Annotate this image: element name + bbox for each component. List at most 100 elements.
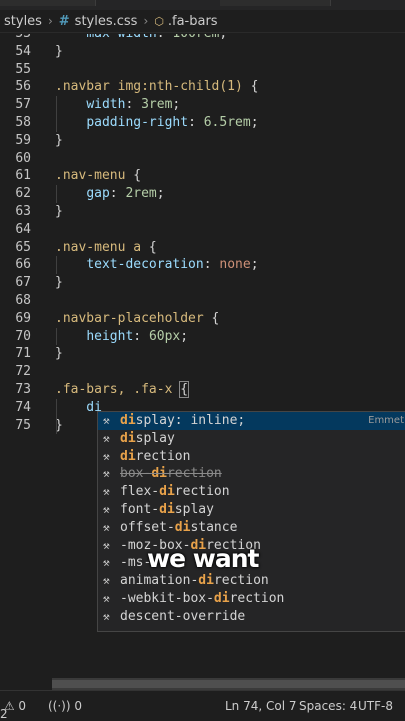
code-text: } (55, 132, 63, 148)
warning-count: 0 (18, 699, 27, 713)
code-line[interactable]: 71} (0, 345, 405, 363)
wrench-icon: ⚒ (103, 538, 110, 552)
line-number: 53 (0, 34, 31, 43)
code-line[interactable]: 56 .navbar img:nth-child(1) { (0, 78, 405, 96)
wrench-icon: ⚒ (103, 467, 110, 481)
suggestion-widget[interactable]: ⚒ display: inline; Emmet ⚒ display ⚒ direction… (97, 411, 405, 632)
indent-guide (56, 256, 57, 275)
code-line[interactable]: 70 height: 60px; (0, 328, 405, 346)
code-line[interactable]: 66 text-decoration: none; (0, 256, 405, 274)
suggestion-label: box-direction (120, 466, 222, 482)
encoding[interactable]: UTF-8 (358, 699, 393, 713)
problems-indicator[interactable]: 2 ⚠ 0 (0, 699, 27, 721)
code-text: } (55, 275, 63, 291)
suggestion-label: display (120, 430, 175, 446)
line-number: 58 (15, 115, 31, 130)
line-number: 68 (15, 293, 31, 308)
indent-guide (56, 96, 57, 132)
code-line[interactable]: 61 .nav-menu { (0, 167, 405, 185)
code-line[interactable]: 68 (0, 292, 405, 310)
suggestion-label: font-display (120, 501, 214, 517)
ports-indicator[interactable]: ((·)) 0 (48, 699, 82, 713)
suggestion-label: animation-direction (120, 573, 269, 589)
cursor-position[interactable]: Ln 74, Col 7 (225, 699, 297, 713)
code-line[interactable]: 59} (0, 132, 405, 150)
breadcrumb: styles › # styles.css › ⬡ .fa-bars (0, 10, 405, 33)
code-text: padding-right: 6.5rem; (86, 115, 259, 130)
code-text: .navbar img:nth-child(1) { (55, 79, 259, 95)
line-number: 69 (15, 310, 31, 326)
breadcrumb-folder[interactable]: styles (4, 14, 42, 29)
code-line[interactable]: 73 .fa-bars, .fa-x { (0, 381, 405, 399)
line-number: 55 (15, 61, 31, 77)
scrollbar-thumb[interactable] (52, 680, 405, 688)
code-text: width: 3rem; (86, 97, 181, 113)
suggestion-detail: Emmet (368, 415, 404, 426)
suggestion-item[interactable]: ⚒ display (98, 430, 405, 448)
horizontal-scrollbar[interactable] (52, 678, 405, 690)
code-line[interactable]: 69 .navbar-placeholder { (0, 310, 405, 328)
broadcast-icon: ((·)) (48, 699, 75, 713)
tab[interactable] (220, 0, 331, 6)
indent-guide (56, 327, 57, 346)
breadcrumb-symbol[interactable]: ⬡ .fa-bars (154, 14, 217, 29)
code-text: gap: 2rem; (86, 186, 165, 202)
suggestion-item[interactable]: ⚒ box-direction (98, 465, 405, 483)
indent-guide (56, 185, 57, 203)
code-line[interactable]: 54} (0, 43, 405, 61)
suggestion-item[interactable]: ⚒ animation-direction (98, 572, 405, 590)
code-text: .fa-bars, .fa-x { (55, 381, 190, 398)
wrench-icon: ⚒ (103, 556, 110, 570)
line-number: 63 (15, 204, 31, 219)
ports-count: 0 (74, 699, 82, 713)
line-number: 54 (15, 43, 31, 59)
wrench-icon: ⚒ (103, 414, 110, 427)
suggestion-label: descent-override (120, 608, 246, 624)
line-number: 67 (15, 275, 31, 291)
code-line[interactable]: 64 (0, 221, 405, 239)
code-text: .navbar-placeholder { (55, 310, 220, 326)
error-count: 2 (0, 707, 8, 721)
code-line[interactable]: 62 gap: 2rem; (0, 185, 405, 203)
suggestion-item[interactable]: ⚒ display: inline; Emmet (98, 412, 405, 430)
code-line[interactable]: 67} (0, 274, 405, 292)
line-number: 60 (15, 150, 31, 166)
code-line[interactable]: 58 padding-right: 6.5rem; (0, 114, 405, 132)
suggestion-item[interactable]: ⚒ direction (98, 448, 405, 466)
code-line[interactable]: 63} (0, 203, 405, 221)
suggestion-item[interactable]: ⚒ offset-distance (98, 519, 405, 537)
wrench-icon: ⚒ (103, 485, 110, 499)
line-number: 71 (15, 346, 31, 362)
suggestion-label: -webkit-box-direction (120, 590, 285, 606)
code-line[interactable]: 65 .nav-menu a { (0, 239, 405, 257)
code-line[interactable]: 57 width: 3rem; (0, 96, 405, 114)
suggestion-label: offset-distance (120, 519, 238, 535)
code-text: max-width: 100rem; (55, 34, 227, 43)
line-number: 65 (15, 239, 31, 255)
line-number: 57 (15, 97, 31, 113)
code-line[interactable]: 60 (0, 150, 405, 168)
tab[interactable] (0, 0, 96, 6)
suggestion-item[interactable]: ⚒ -webkit-box-direction (98, 590, 405, 608)
line-number: 64 (15, 221, 31, 237)
wrench-icon: ⚒ (103, 574, 110, 588)
hash-icon: # (58, 13, 70, 29)
code-line[interactable]: 53 max-width: 100rem; (0, 34, 405, 43)
indentation[interactable]: Spaces: 4 (299, 699, 357, 713)
suggestion-item[interactable]: ⚒ font-display (98, 501, 405, 519)
line-number: 62 (15, 186, 31, 202)
line-number: 70 (15, 328, 31, 344)
suggestion-item[interactable]: ⚒ flex-direction (98, 483, 405, 501)
code-text: text-decoration: none; (86, 257, 259, 273)
code-text: height: 60px; (86, 328, 189, 344)
line-number: 59 (15, 132, 31, 148)
suggestion-item[interactable]: ⚒ descent-override (98, 608, 405, 626)
code-line[interactable]: 55 (0, 61, 405, 79)
indent-guide (56, 398, 57, 435)
line-number: 73 (15, 382, 31, 397)
status-bar: 2 ⚠ 0 ((·)) 0 Ln 74, Col 7 Spaces: 4 UTF… (0, 690, 405, 721)
code-line[interactable]: 72 (0, 363, 405, 381)
wrench-icon: ⚒ (103, 449, 110, 463)
wrench-icon: ⚒ (103, 520, 110, 534)
breadcrumb-file[interactable]: # styles.css (59, 14, 138, 29)
